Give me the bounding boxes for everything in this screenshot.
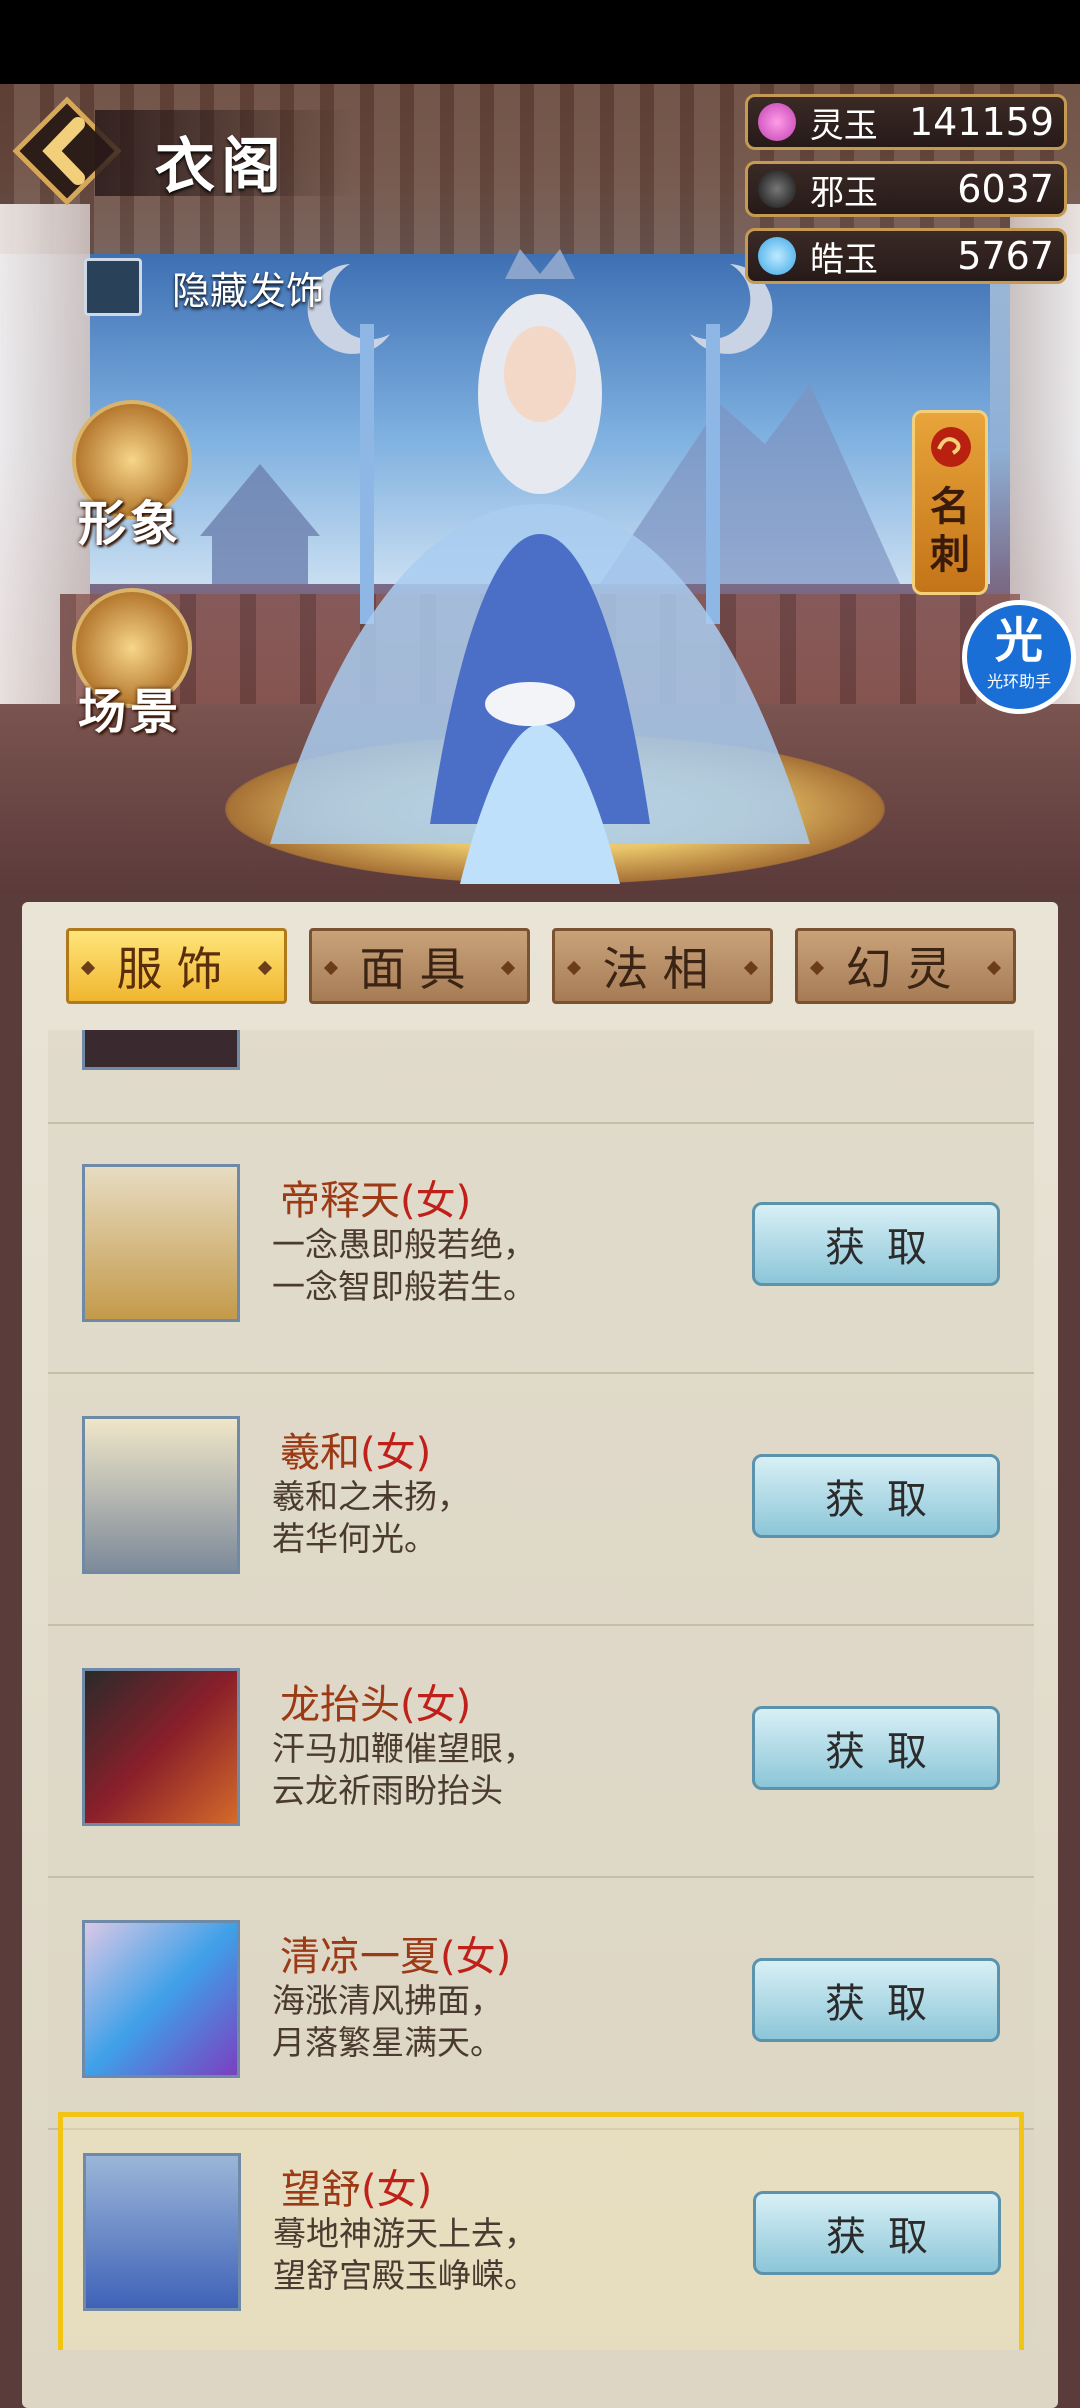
assistant-icon-text: 光 (994, 613, 1043, 669)
costume-name: 羲和(女) (280, 1430, 432, 1476)
costume-description: 羲和之未扬， 若华何光。 (272, 1477, 470, 1558)
hide-accessories-checkbox[interactable] (84, 258, 142, 316)
xieyu-gem-icon (758, 170, 796, 208)
list-item: 清凉一夏(女) 海涨清风拂面， 月落繁星满天。 获取 (48, 1878, 1034, 2130)
obtain-button[interactable]: 获取 (752, 1706, 1000, 1790)
costume-description: 蓦地神游天上去， 望舒宫殿玉峥嵘。 (273, 2214, 537, 2295)
currency-name: 皓玉 (810, 239, 878, 280)
tab-costume[interactable]: 服饰 (66, 928, 287, 1004)
cloud-swirl-icon (931, 427, 971, 467)
scene-label: 场景 (78, 684, 183, 740)
obtain-button[interactable]: 获取 (753, 2191, 1001, 2275)
list-item: 龙抬头(女) 汗马加鞭催望眼， 云龙祈雨盼抬头 获取 (48, 1626, 1034, 1878)
costume-description: 一念愚即般若绝， 一念智即般若生。 (272, 1225, 536, 1306)
costume-list[interactable]: 帝释天(女) 一念愚即般若绝， 一念智即般若生。 获取 羲和(女) 羲和之未扬，若… (48, 1030, 1034, 2350)
costume-description: 汗马加鞭催望眼， 云龙祈雨盼抬头 (272, 1729, 536, 1810)
tab-spirit[interactable]: 幻灵 (795, 928, 1016, 1004)
list-item-selected[interactable]: 望舒(女) 蓦地神游天上去， 望舒宫殿玉峥嵘。 获取 (58, 2112, 1024, 2350)
currency-value: 141159 (908, 100, 1054, 144)
costume-name: 龙抬头(女) (280, 1682, 472, 1728)
category-tabs: 服饰 面具 法相 幻灵 (66, 928, 1016, 1004)
obtain-button[interactable]: 获取 (752, 1202, 1000, 1286)
list-item-partial (48, 1030, 1034, 1124)
lingyu-gem-icon (758, 103, 796, 141)
costume-name: 清凉一夏(女) (280, 1934, 512, 1980)
currency-name: 灵玉 (809, 105, 878, 146)
list-item: 帝释天(女) 一念愚即般若绝， 一念智即般若生。 获取 (48, 1122, 1034, 1374)
assistant-label: 光环助手 (986, 672, 1051, 691)
appearance-label: 形象 (78, 496, 183, 552)
assistant-badge[interactable]: 光 光环助手 (962, 600, 1076, 714)
tab-mask[interactable]: 面具 (309, 928, 530, 1004)
name-card-button[interactable]: 名刺 (912, 410, 988, 595)
costume-thumbnail (82, 1030, 240, 1070)
currency-value: 5767 (957, 234, 1054, 278)
page-title: 衣阁 (155, 132, 287, 202)
currency-value: 6037 (957, 167, 1054, 211)
costume-thumbnail (82, 1164, 240, 1322)
costume-thumbnail (82, 1920, 240, 2078)
costume-thumbnail (82, 1668, 240, 1826)
list-item: 羲和(女) 羲和之未扬， 若华何光。 获取 (48, 1374, 1034, 1626)
name-card-label: 名刺 (930, 483, 970, 578)
hide-accessories-toggle[interactable]: 隐藏发饰 (84, 258, 324, 316)
haoyu-gem-icon (758, 237, 796, 275)
moon-staff-right-icon (690, 264, 773, 624)
costume-thumbnail (83, 2153, 241, 2311)
costume-name: 帝释天(女) (280, 1178, 472, 1224)
moon-staff-left-icon (307, 264, 390, 624)
currency-xieyu: 邪玉 6037 (745, 161, 1067, 217)
obtain-button[interactable]: 获取 (752, 1958, 1000, 2042)
obtain-button[interactable]: 获取 (752, 1454, 1000, 1538)
currency-lingyu: 灵玉 141159 (745, 94, 1067, 150)
costume-description: 海涨清风拂面， 月落繁星满天。 (272, 1981, 503, 2062)
currency-name: 邪玉 (810, 172, 878, 213)
tab-dharma-form[interactable]: 法相 (552, 928, 773, 1004)
hide-accessories-label: 隐藏发饰 (172, 268, 325, 313)
costume-name: 望舒(女) (281, 2167, 433, 2213)
currency-haoyu: 皓玉 5767 (745, 228, 1067, 284)
status-bar (0, 0, 1080, 84)
costume-thumbnail (82, 1416, 240, 1574)
